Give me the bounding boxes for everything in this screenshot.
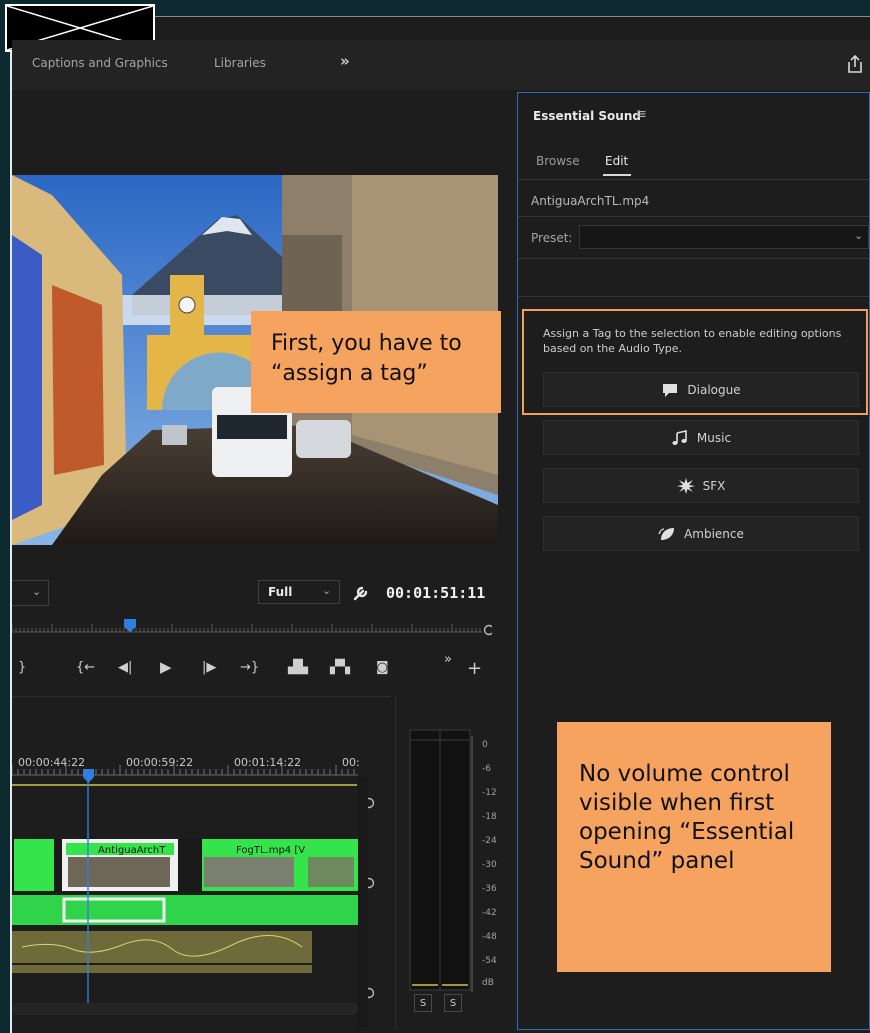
workspace-overflow-button[interactable]: » [340,52,350,70]
share-icon[interactable] [846,54,864,74]
tab-edit[interactable]: Edit [605,154,628,168]
playhead-timecode[interactable]: 00:01:51:11 [386,584,485,602]
music-tag-button[interactable]: Music [543,420,859,455]
meter-scale-label: dB [482,978,494,988]
camera-icon[interactable]: ◙ [376,660,389,675]
timeline-playhead [83,769,94,783]
meter-scale-label: -54 [482,956,497,966]
music-note-icon [672,429,687,445]
tab-browse[interactable]: Browse [536,154,580,168]
workspace-bar: Captions and Graphics Libraries » [12,40,870,90]
meter-scale-label: -30 [482,860,497,870]
burst-icon [676,477,695,494]
overwrite-icon[interactable]: ▞▚ [330,660,350,675]
meter-scale-label: -18 [482,812,497,822]
monitor-time-ruler[interactable] [11,618,495,636]
annotation-callout: No volume control visible when first ope… [557,722,831,972]
divider [518,179,869,180]
timeline-timecode: 00:00:44:22 [18,756,86,769]
timeline-timecode: 00: [342,756,360,769]
leaf-icon [658,527,675,540]
meter-scale-label: -6 [482,764,491,774]
ambience-tag-button[interactable]: Ambience [543,516,859,551]
go-to-out-icon[interactable]: →} [240,660,259,675]
insert-icon[interactable]: ▟▙ [288,660,308,675]
clip-label: FogTL.mp4 [V [236,845,306,856]
solo-left-button[interactable]: S [414,994,432,1012]
tag-label: SFX [702,478,726,493]
transport-controls: } {← ◀| ▶ |▶ →} ▟▙ ▞▚ ◙ » + [12,652,512,688]
sfx-tag-button[interactable]: SFX [543,468,859,503]
divider [518,296,869,297]
meter-scale-label: -42 [482,908,497,918]
clip-label: AntiguaArchT [98,845,166,856]
chevron-down-icon: ⌄ [322,584,332,597]
step-back-icon[interactable]: ◀| [118,660,132,675]
tag-highlight-frame [522,309,868,415]
playback-resolution-label: Full [268,585,293,599]
meter-scale-label: 0 [482,740,488,750]
hamburger-menu-icon[interactable]: ≡ [636,107,647,122]
divider [518,216,869,217]
solo-right-button[interactable]: S [444,994,462,1012]
timeline-timecode: 00:01:14:22 [234,756,302,769]
audio-meter-panel [395,696,516,1030]
tag-label: Music [696,430,732,445]
meter-scale-label: -48 [482,932,497,942]
annotation-callout: First, you have to “assign a tag” [251,311,501,413]
timeline-timecode: 00:00:59:22 [126,756,194,769]
wrench-icon[interactable] [352,582,372,606]
divider [518,258,869,259]
workspace-tab-libraries[interactable]: Libraries [214,56,266,70]
go-to-in-icon[interactable]: {← [76,660,95,675]
preset-label: Preset: [531,231,573,245]
chevron-down-icon: ⌄ [32,585,42,598]
step-forward-icon[interactable]: |▶ [202,660,216,675]
mark-out-icon[interactable]: } [18,660,26,675]
meter-scale-label: -12 [482,788,497,798]
active-tab-indicator [603,174,631,176]
workspace-tab-captions[interactable]: Captions and Graphics [32,56,168,70]
play-icon[interactable]: ▶ [160,658,172,676]
meter-scale-label: -24 [482,836,497,846]
chevron-down-icon: ⌄ [854,229,864,242]
zoom-fit-select[interactable]: ⌄ [12,580,49,606]
selected-clip-name: AntiguaArchTL.mp4 [531,194,650,208]
timeline-panel: AntiguaArchT FogTL.mp4 [V [12,696,390,1031]
meter-scale-label: -36 [482,884,497,894]
preset-select[interactable] [579,225,869,249]
panel-title[interactable]: Essential Sound [533,109,641,123]
add-button-icon[interactable]: + [467,658,482,679]
playhead-marker [124,619,136,632]
tag-label: Ambience [684,526,744,541]
button-editor-overflow[interactable]: » [444,652,452,667]
